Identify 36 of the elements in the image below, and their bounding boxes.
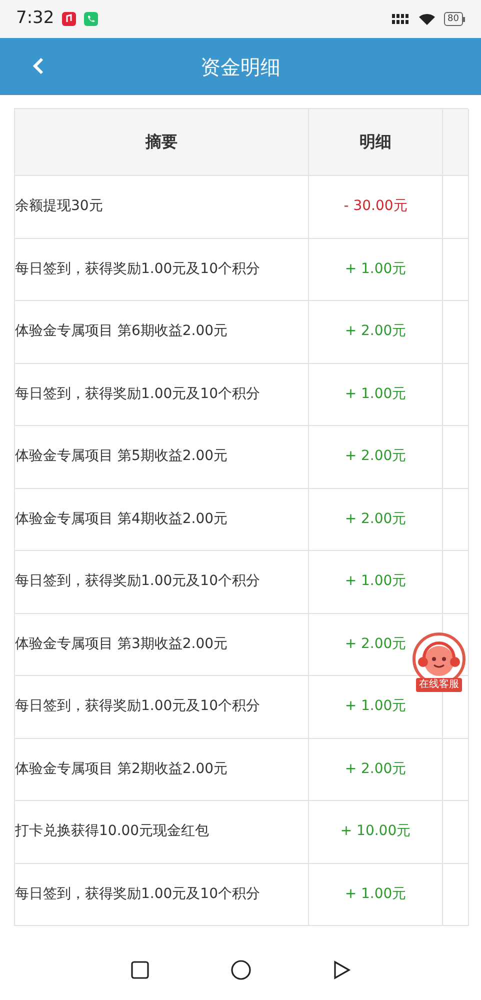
wifi-icon xyxy=(418,12,436,26)
table-cell: + 1.00元 xyxy=(309,238,443,301)
table-cell: + 1.00元 xyxy=(309,364,443,426)
table-cell: + 1.00元 xyxy=(309,864,443,926)
table-cell: 每日签到，获得奖励1.00元及10个积分 xyxy=(15,864,309,926)
table-cell: + 1.00元 xyxy=(309,551,443,614)
page-title: 资金明细 xyxy=(200,54,280,80)
table-cell: 打卡兑换获得10.00元现金红包 xyxy=(15,801,309,864)
music-app-icon xyxy=(62,12,76,26)
back-triangle-icon[interactable] xyxy=(332,960,352,980)
table-cell: 每日签到，获得奖励1.00元及10个积分 xyxy=(15,676,309,738)
table-cell: + 2.00元 xyxy=(309,301,443,364)
table-cell: 体验金专属项目 第6期收益2.00元 xyxy=(15,301,309,364)
table-cell: + 10.00元 xyxy=(309,801,443,864)
table-cell: 体验金专属项目 第2期收益2.00元 xyxy=(15,738,309,801)
battery-level: 80 xyxy=(444,12,463,26)
table-cell: + 2.00元 xyxy=(309,426,443,488)
column-header: 明细 xyxy=(309,109,443,176)
table-cell: 每日签到，获得奖励1.00元及10个积分 xyxy=(15,551,309,614)
table-cell: 体验金专属项目 第4期收益2.00元 xyxy=(15,488,309,551)
phone-app-icon xyxy=(84,12,98,26)
home-icon[interactable] xyxy=(230,959,252,981)
table-cell: - 30.00元 xyxy=(309,176,443,238)
table-cell: 每日签到，获得奖励1.00元及10个积分 xyxy=(15,364,309,426)
table-cell: + 2.00元 xyxy=(309,488,443,551)
table-cell: 余额提现30元 xyxy=(15,176,309,238)
back-icon xyxy=(32,57,44,75)
table-cell: 体验金专属项目 第5期收益2.00元 xyxy=(15,426,309,488)
table-cell: 体验金专属项目 第3期收益2.00元 xyxy=(15,614,309,676)
table-cell: + 2.00元 xyxy=(309,738,443,801)
square-icon[interactable] xyxy=(130,960,150,980)
status-time: 7:32 xyxy=(16,7,54,30)
signal-icon xyxy=(392,13,410,25)
table-cell: 每日签到，获得奖励1.00元及10个积分 xyxy=(15,238,309,301)
support-label: 在线客服 xyxy=(416,678,462,692)
column-header: 摘要 xyxy=(15,109,309,176)
